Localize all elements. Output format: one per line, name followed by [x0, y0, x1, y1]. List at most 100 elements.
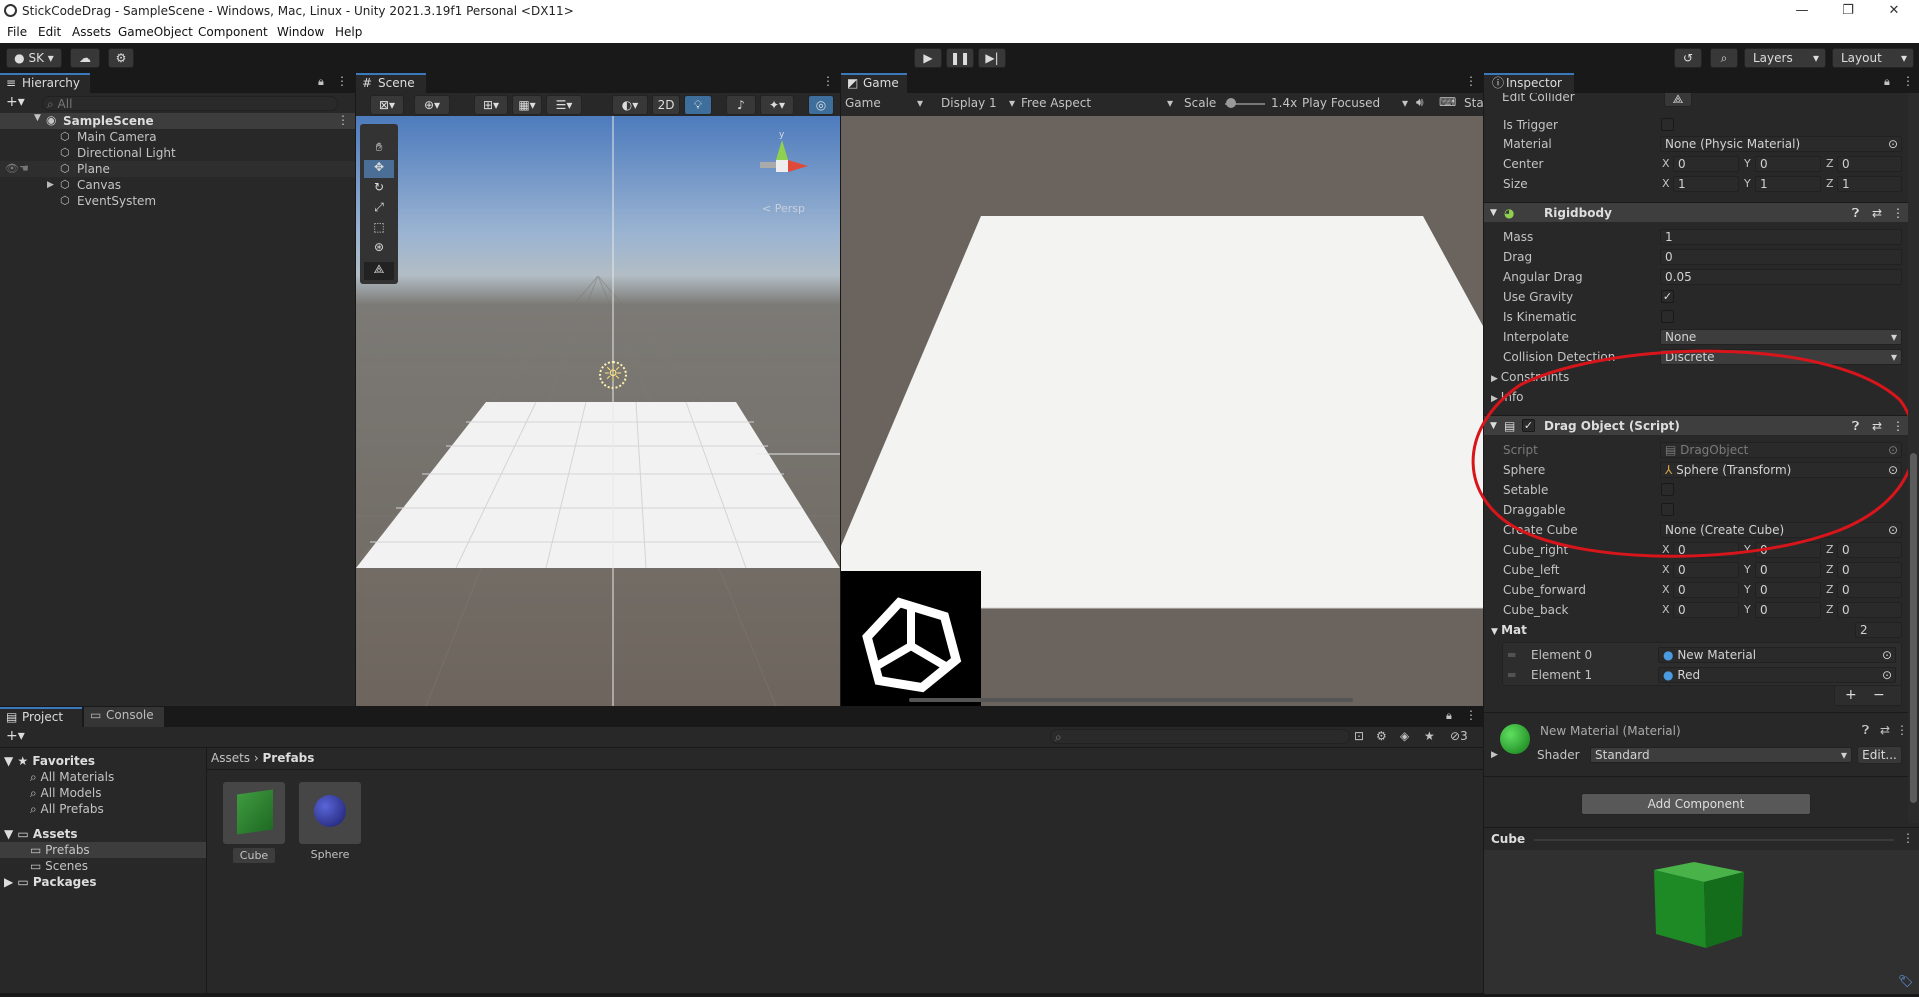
menu-gameobject[interactable]: GameObject	[118, 25, 193, 39]
hand-tool-icon[interactable]: ✋︎	[364, 140, 394, 158]
projection-label[interactable]: < Persp	[762, 202, 805, 215]
account-button[interactable]: ● SK ▾	[6, 48, 62, 68]
cloud-icon[interactable]: ☁	[70, 48, 100, 68]
draw-mode-icon[interactable]: ⊠▾	[370, 95, 404, 115]
assets-node[interactable]: ▼ ▭ Assets	[4, 826, 78, 842]
search-by-type-icon[interactable]: ⊡	[1354, 729, 1364, 743]
cube-right-x-field[interactable]: 0	[1673, 542, 1739, 558]
drag-handle-icon[interactable]: ═	[1508, 667, 1515, 683]
cube-forward-x-field[interactable]: 0	[1673, 582, 1739, 598]
kebab-menu-icon[interactable]: ⋮	[822, 74, 834, 88]
history-icon[interactable]: ↺	[1674, 48, 1702, 68]
tab-scene[interactable]: # Scene	[356, 73, 426, 93]
setable-checkbox[interactable]	[1661, 483, 1674, 496]
effects-icon[interactable]: ✦▾	[760, 95, 794, 115]
edit-shader-button[interactable]: Edit...	[1857, 746, 1902, 764]
mass-field[interactable]: 1	[1660, 229, 1902, 245]
folder-prefabs[interactable]: ▭ Prefabs	[0, 842, 206, 858]
cube-left-y-field[interactable]: 0	[1755, 562, 1821, 578]
cube-forward-y-field[interactable]: 0	[1755, 582, 1821, 598]
center-x-field[interactable]: 0	[1673, 156, 1739, 172]
hierarchy-item[interactable]: ▶ ⬡ Canvas	[0, 177, 355, 193]
custom-tool-icon[interactable]: ⟁	[364, 262, 394, 280]
favorite-all-models[interactable]: ⌕ All Models	[30, 785, 102, 801]
horizontal-scrollbar[interactable]	[909, 698, 1353, 702]
help-icon[interactable]: ❓︎	[1862, 723, 1869, 738]
scale-slider-thumb[interactable]	[1226, 98, 1236, 108]
inspector-scrollbar[interactable]	[1908, 93, 1919, 823]
hierarchy-search-input[interactable]: ⌕ All	[42, 96, 338, 111]
size-x-field[interactable]: 1	[1673, 176, 1739, 192]
element-1-field[interactable]: ● Red ⊙	[1658, 667, 1896, 683]
collab-icon[interactable]: ⚙	[108, 48, 134, 68]
object-picker-icon[interactable]: ⊙	[1882, 648, 1892, 662]
tab-hierarchy[interactable]: ≡ Hierarchy	[0, 73, 90, 93]
object-picker-icon[interactable]: ⊙	[1888, 463, 1898, 477]
cube-left-z-field[interactable]: 0	[1837, 562, 1902, 578]
pause-button[interactable]: ❚❚	[946, 48, 974, 68]
game-viewport[interactable]	[841, 116, 1483, 706]
tab-game[interactable]: ◩ Game	[841, 73, 907, 93]
preview-viewport[interactable]: 🏷︎	[1484, 850, 1919, 994]
menu-edit[interactable]: Edit	[38, 25, 61, 39]
minimize-button[interactable]: —	[1779, 0, 1825, 23]
favorites-node[interactable]: ▼ ★ Favorites	[4, 753, 95, 769]
create-cube-field[interactable]: None (Create Cube) ⊙	[1660, 522, 1902, 538]
rect-tool-icon[interactable]: ⬚	[364, 220, 394, 238]
kebab-menu-icon[interactable]: ⋮	[1896, 723, 1908, 737]
play-button[interactable]: ▶	[914, 48, 942, 68]
center-y-field[interactable]: 0	[1755, 156, 1821, 172]
is-trigger-checkbox[interactable]	[1661, 118, 1674, 131]
prefab-sphere[interactable]: Sphere	[299, 782, 361, 870]
move-tool-icon[interactable]: ✥	[364, 160, 394, 178]
hierarchy-item[interactable]: ⬡ EventSystem	[0, 193, 355, 209]
grid-icon[interactable]: ▦▾	[512, 95, 542, 115]
hierarchy-item[interactable]: ⬡ Directional Light	[0, 145, 355, 161]
cube-right-y-field[interactable]: 0	[1755, 542, 1821, 558]
preset-icon[interactable]: ⇄	[1880, 723, 1890, 737]
global-icon[interactable]: ⊕▾	[414, 95, 450, 115]
mat-foldout[interactable]: ▼ Mat	[1491, 622, 1527, 638]
packages-node[interactable]: ▶ ▭ Packages	[4, 874, 97, 890]
preview-divider[interactable]	[1534, 839, 1894, 841]
maximize-button[interactable]: ❐	[1825, 0, 1871, 23]
label-tag-icon[interactable]: 🏷︎	[1898, 974, 1913, 988]
menu-component[interactable]: Component	[198, 25, 268, 39]
drag-handle-icon[interactable]: ═	[1508, 647, 1515, 663]
scale-tool-icon[interactable]: ⤢	[364, 200, 394, 218]
play-focus-dropdown[interactable]: Play Focused ▾	[1302, 96, 1412, 110]
physic-material-field[interactable]: None (Physic Material) ⊙	[1660, 136, 1902, 152]
prefab-cube[interactable]: Cube	[223, 782, 285, 870]
drag-field[interactable]: 0	[1660, 249, 1902, 265]
orientation-gizmo-icon[interactable]: y	[746, 126, 826, 196]
visibility-icon[interactable]: ◎	[808, 95, 834, 115]
sphere-field[interactable]: ⅄ Sphere (Transform) ⊙	[1660, 462, 1902, 478]
hidden-packages-icon[interactable]: ⊘3	[1450, 729, 1468, 743]
interpolate-dropdown[interactable]: None ▾	[1660, 329, 1902, 345]
menu-help[interactable]: Help	[335, 25, 362, 39]
kebab-menu-icon[interactable]: ⋮	[337, 113, 349, 127]
info-foldout[interactable]: ▶ Info	[1491, 389, 1524, 405]
tab-inspector[interactable]: ⓘ Inspector	[1484, 73, 1574, 93]
hierarchy-item[interactable]: ⬡ Main Camera	[0, 129, 355, 145]
favorite-all-materials[interactable]: ⌕ All Materials	[30, 769, 114, 785]
object-picker-icon[interactable]: ⊙	[1882, 668, 1892, 682]
kebab-menu-icon[interactable]: ⋮	[1465, 708, 1477, 722]
cube-left-x-field[interactable]: 0	[1673, 562, 1739, 578]
close-button[interactable]: ✕	[1871, 0, 1917, 23]
remove-element-icon[interactable]: −	[1873, 687, 1885, 703]
lighting-icon[interactable]: 💡︎	[684, 95, 712, 115]
hierarchy-item[interactable]: 👁︎ ☚ ⬡ Plane	[0, 161, 355, 177]
size-z-field[interactable]: 1	[1837, 176, 1902, 192]
preset-icon[interactable]: ⇄	[1872, 203, 1882, 223]
component-enabled-checkbox[interactable]: ✓	[1522, 419, 1535, 432]
search-icon[interactable]: ⌕	[1710, 48, 1738, 68]
cube-back-y-field[interactable]: 0	[1755, 602, 1821, 618]
mute-audio-icon[interactable]: 🔊︎	[1416, 95, 1424, 110]
size-y-field[interactable]: 1	[1755, 176, 1821, 192]
visibility-eye-icon[interactable]: 👁︎	[5, 161, 19, 177]
favorite-star-icon[interactable]: ★	[1424, 729, 1435, 743]
cube-back-x-field[interactable]: 0	[1673, 602, 1739, 618]
add-icon[interactable]: +▾	[6, 94, 25, 110]
shader-dropdown[interactable]: Standard ▾	[1590, 747, 1852, 763]
